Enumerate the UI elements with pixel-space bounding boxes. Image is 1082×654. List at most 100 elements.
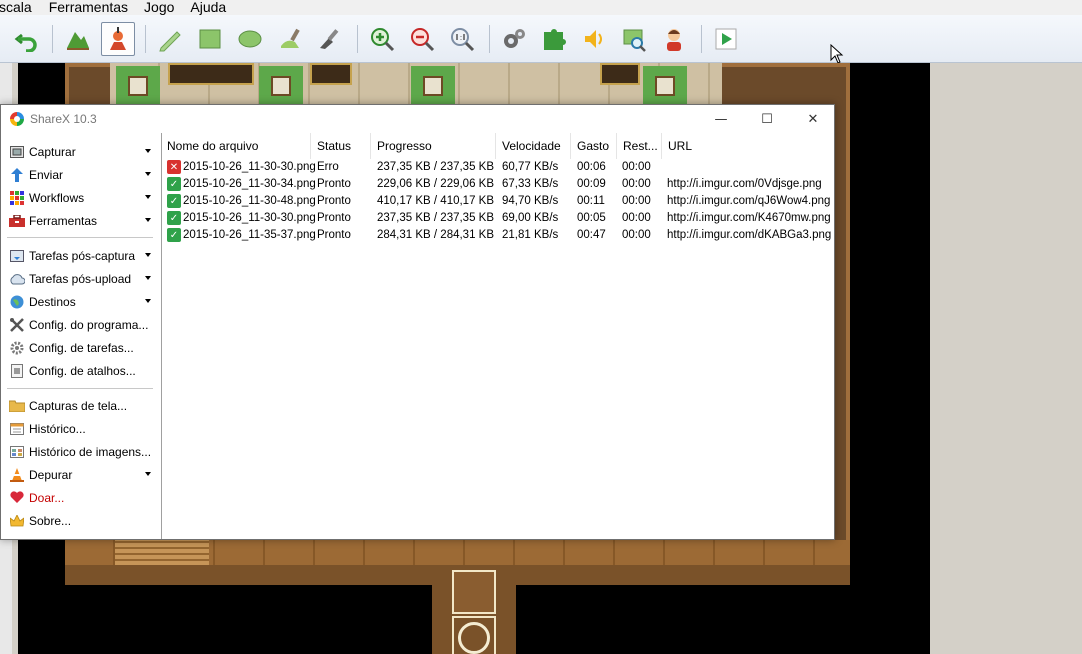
fill-icon[interactable]	[273, 22, 307, 56]
zoom-out-icon[interactable]	[405, 22, 439, 56]
cell-status: Pronto	[317, 178, 351, 190]
shadow-pen-icon[interactable]	[313, 22, 347, 56]
plugin-icon[interactable]	[537, 22, 571, 56]
map-painting	[310, 63, 352, 85]
sidebar-item-doar[interactable]: Doar...	[1, 486, 161, 509]
cell-progress: 237,35 KB / 237,35 KB	[377, 161, 495, 173]
minimize-button[interactable]: —	[698, 105, 744, 133]
database-gear-icon[interactable]	[497, 22, 531, 56]
ellipse-icon[interactable]	[233, 22, 267, 56]
sidebar-item-historico[interactable]: Histórico...	[1, 417, 161, 440]
sidebar-item-tarefas-pos-upload[interactable]: Tarefas pós-upload	[1, 267, 161, 290]
sidebar-item-config-tarefas[interactable]: Config. de tarefas...	[1, 336, 161, 359]
chevron-down-icon	[145, 472, 151, 476]
cell-filename: 2015-10-26_11-35-37.png	[183, 229, 316, 241]
cell-speed: 94,70 KB/s	[502, 195, 559, 207]
toolbox-icon	[9, 213, 25, 229]
after-capture-icon	[9, 248, 25, 264]
upload-arrow-icon	[9, 167, 25, 183]
sidebar-item-depurar[interactable]: Depurar	[1, 463, 161, 486]
sidebar-item-ferramentas[interactable]: Ferramentas	[1, 209, 161, 232]
sidebar-item-sobre[interactable]: Sobre...	[1, 509, 161, 532]
menu-ferramentas[interactable]: Ferramentas	[49, 0, 128, 15]
close-button[interactable]: ✕	[790, 105, 836, 133]
sidebar-item-enviar[interactable]: Enviar	[1, 163, 161, 186]
cell-progress: 284,31 KB / 284,31 KB	[377, 229, 495, 241]
sidebar-item-destinos[interactable]: Destinos	[1, 290, 161, 313]
success-status-icon: ✓	[167, 228, 181, 242]
sidebar-item-capturar[interactable]: Capturar	[1, 140, 161, 163]
image-history-icon	[9, 444, 25, 460]
table-row[interactable]: ✓ 2015-10-26_11-30-34.png Pronto 229,06 …	[162, 176, 834, 193]
rectangle-icon[interactable]	[193, 22, 227, 56]
table-row[interactable]: ✓ 2015-10-26_11-30-48.png Pronto 410,17 …	[162, 193, 834, 210]
character-generator-icon[interactable]	[657, 22, 691, 56]
cell-url[interactable]: http://i.imgur.com/qJ6Wow4.png	[667, 193, 830, 210]
folder-icon	[9, 398, 25, 414]
cell-status: Pronto	[317, 212, 351, 224]
map-event[interactable]	[452, 570, 496, 614]
sidebar-item-capturas-de-tela[interactable]: Capturas de tela...	[1, 394, 161, 417]
cell-url[interactable]: http://i.imgur.com/K4670mw.png	[667, 210, 831, 227]
menu-escala[interactable]: scala	[0, 0, 32, 15]
sharex-logo-icon	[10, 112, 24, 126]
chevron-down-icon	[145, 299, 151, 303]
pencil-icon[interactable]	[153, 22, 187, 56]
sidebar-item-workflows[interactable]: Workflows	[1, 186, 161, 209]
cell-url[interactable]: http://i.imgur.com/dKABGa3.png	[667, 227, 831, 244]
sidebar-item-config-atalhos[interactable]: Config. de atalhos...	[1, 359, 161, 382]
chevron-down-icon	[145, 276, 151, 280]
table-row[interactable]: ✓ 2015-10-26_11-35-37.png Pronto 284,31 …	[162, 227, 834, 244]
table-row[interactable]: ✓ 2015-10-26_11-30-30.png Pronto 237,35 …	[162, 210, 834, 227]
column-header-elapsed[interactable]: Gasto	[572, 133, 617, 159]
chevron-down-icon	[145, 253, 151, 257]
task-list: Nome do arquivo Status Progresso Velocid…	[162, 133, 834, 539]
playtest-icon[interactable]	[709, 22, 743, 56]
cell-url[interactable]: http://i.imgur.com/0Vdjsge.png	[667, 176, 822, 193]
zoom-actual-icon[interactable]	[445, 22, 479, 56]
cell-speed: 67,33 KB/s	[502, 178, 559, 190]
column-header-progress[interactable]: Progresso	[372, 133, 496, 159]
column-header-status[interactable]: Status	[312, 133, 371, 159]
editor-toolbar	[0, 15, 1082, 63]
cell-progress: 237,35 KB / 237,35 KB	[377, 212, 495, 224]
event-layer-icon[interactable]	[101, 22, 135, 56]
cell-status: Erro	[317, 161, 339, 173]
window-title: ShareX 10.3	[30, 112, 97, 126]
map-event-transfer[interactable]	[452, 616, 496, 654]
maximize-button[interactable]: ☐	[744, 105, 790, 133]
traffic-cone-icon	[9, 467, 25, 483]
column-header-filename[interactable]: Nome do arquivo	[162, 133, 311, 159]
cell-remaining: 00:00	[622, 212, 651, 224]
cell-filename: 2015-10-26_11-30-34.png	[183, 178, 316, 190]
sound-icon[interactable]	[577, 22, 611, 56]
column-header-url[interactable]: URL	[663, 133, 834, 159]
menu-ajuda[interactable]: Ajuda	[190, 0, 226, 15]
sidebar-item-historico-imagens[interactable]: Histórico de imagens...	[1, 440, 161, 463]
cell-remaining: 00:00	[622, 195, 651, 207]
sharex-titlebar[interactable]: ShareX 10.3 — ☐ ✕	[1, 105, 834, 133]
undo-icon[interactable]	[10, 22, 44, 56]
success-status-icon: ✓	[167, 211, 181, 225]
cell-speed: 21,81 KB/s	[502, 229, 559, 241]
table-row[interactable]: ✕ 2015-10-26_11-30-30.png Erro 237,35 KB…	[162, 159, 834, 176]
cloud-upload-icon	[9, 271, 25, 287]
resource-manager-icon[interactable]	[617, 22, 651, 56]
sidebar-item-config-programa[interactable]: Config. do programa...	[1, 313, 161, 336]
chevron-down-icon	[145, 172, 151, 176]
column-header-remaining[interactable]: Rest...	[618, 133, 662, 159]
menu-jogo[interactable]: Jogo	[144, 0, 174, 15]
column-header-speed[interactable]: Velocidade	[497, 133, 571, 159]
globe-icon	[9, 294, 25, 310]
map-stairs	[115, 540, 209, 565]
cell-progress: 410,17 KB / 410,17 KB	[377, 195, 495, 207]
gear-icon	[9, 340, 25, 356]
sidebar-item-tarefas-pos-captura[interactable]: Tarefas pós-captura	[1, 244, 161, 267]
cell-filename: 2015-10-26_11-30-48.png	[183, 195, 316, 207]
sharex-window: ShareX 10.3 — ☐ ✕ Capturar Enviar Workfl…	[0, 104, 835, 540]
zoom-in-icon[interactable]	[365, 22, 399, 56]
map-layer-icon[interactable]	[61, 22, 95, 56]
map-window	[411, 66, 455, 106]
editor-menubar: scala Ferramentas Jogo Ajuda	[0, 0, 1082, 15]
map-canvas-margin	[930, 63, 1082, 654]
